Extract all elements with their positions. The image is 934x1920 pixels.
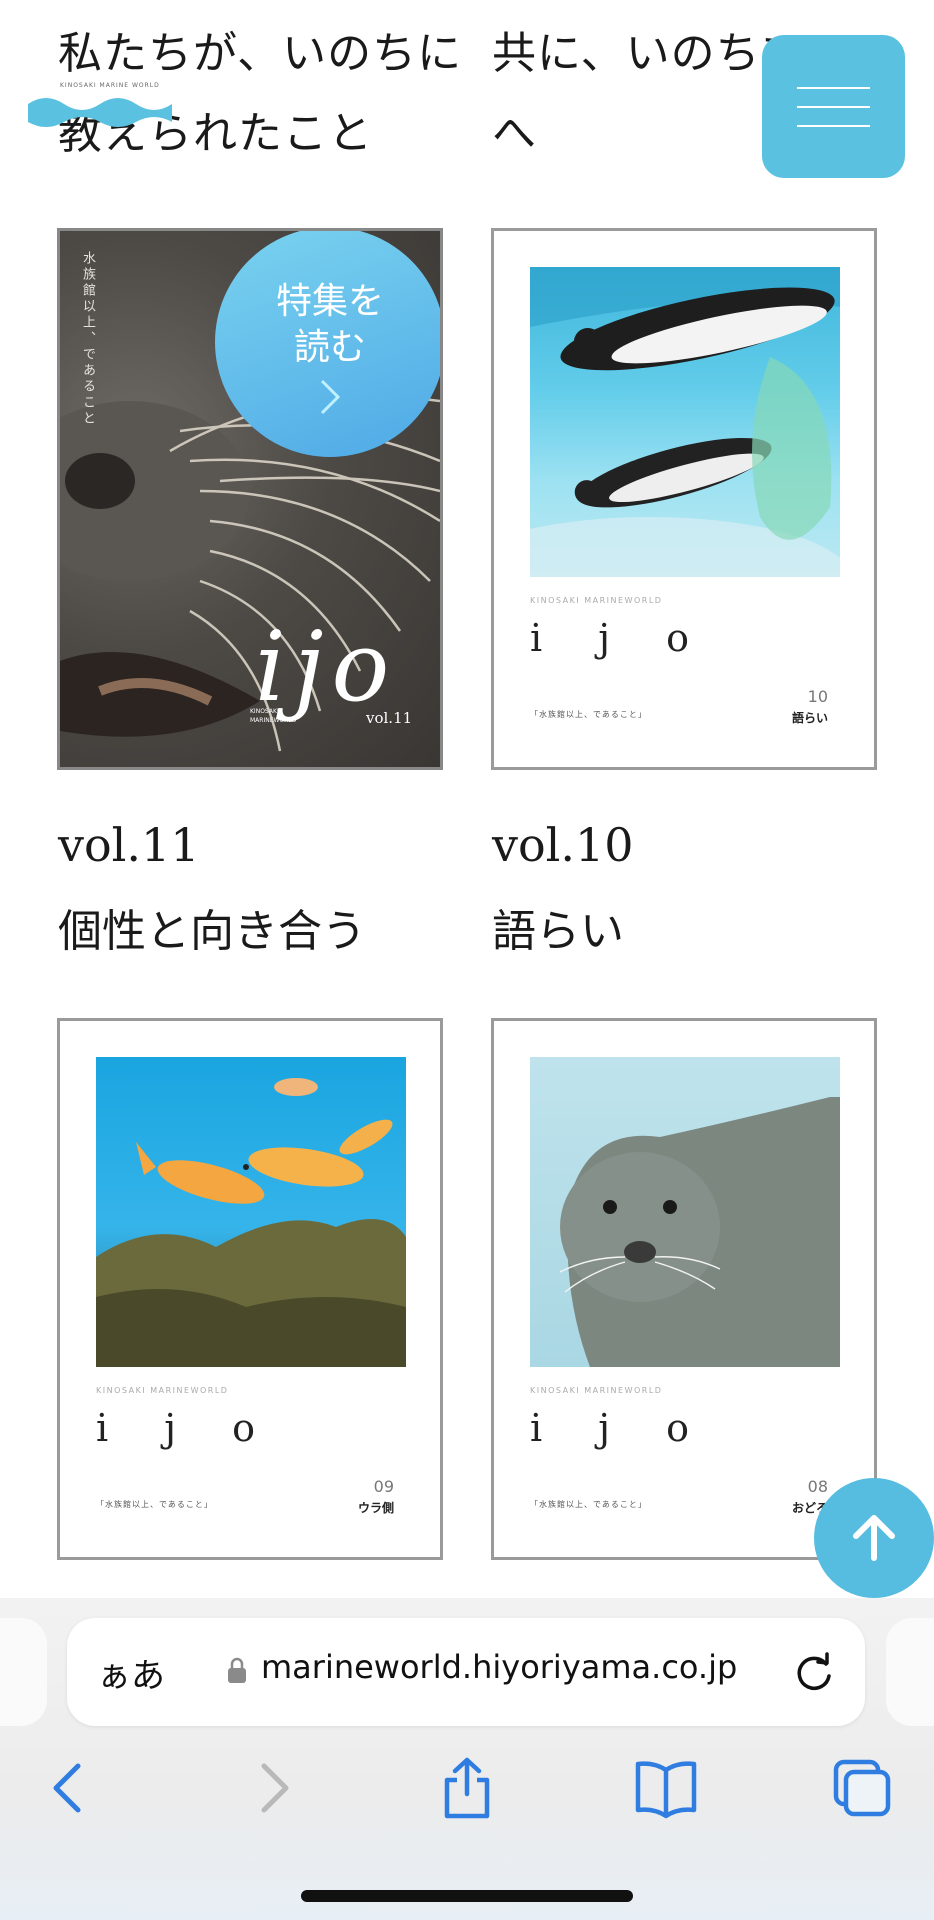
hamburger-line-icon xyxy=(797,125,870,127)
address-bar[interactable]: ぁあ marineworld.hiyoriyama.co.jp xyxy=(67,1618,865,1726)
issue-label-vol10[interactable]: vol.10 xyxy=(492,818,634,872)
text-size-button[interactable]: ぁあ xyxy=(97,1648,165,1697)
card-ijo-logo: i j o xyxy=(96,1406,277,1450)
hamburger-line-icon xyxy=(797,87,870,89)
issue-theme-vol11[interactable]: 個性と向き合う xyxy=(58,895,366,959)
site-logo[interactable]: KINOSAKI MARINE WORLD xyxy=(28,80,178,130)
home-indicator[interactable] xyxy=(301,1890,633,1902)
card-ijo-logo: i j o xyxy=(530,616,711,660)
card-tagline: 「水族館以上、であること」 xyxy=(96,1500,213,1509)
issue-card-vol09[interactable]: KINOSAKI MARINEWORLD i j o 「水族館以上、であること」… xyxy=(57,1018,443,1560)
lock-icon xyxy=(228,1657,246,1683)
penguins-cover-image xyxy=(530,267,840,577)
issue-title-col2-line1: 共に、いのちを xyxy=(492,28,772,79)
wave-logo-icon xyxy=(28,98,172,127)
card-ijo-logo: i j o xyxy=(530,1406,711,1450)
scroll-to-top-button[interactable] xyxy=(814,1478,934,1598)
card-tagline: 「水族館以上、であること」 xyxy=(530,710,647,719)
url-text[interactable]: marineworld.hiyoriyama.co.jp xyxy=(261,1648,737,1686)
cover-vol: vol.11 xyxy=(366,709,413,727)
card-brand: KINOSAKI MARINEWORLD xyxy=(96,1386,229,1395)
anthias-fish-cover-image xyxy=(96,1057,406,1367)
hamburger-line-icon xyxy=(797,106,870,108)
bookmarks-icon[interactable] xyxy=(632,1754,700,1822)
badge-line1: 特集を xyxy=(275,281,384,322)
issue-card-vol08[interactable]: KINOSAKI MARINEWORLD i j o 「水族館以上、であること」… xyxy=(491,1018,877,1560)
read-feature-badge[interactable]: 特集を 読む xyxy=(215,231,440,457)
card-number: 09 xyxy=(373,1477,394,1496)
back-icon[interactable] xyxy=(36,1754,104,1822)
cover-brand: KINOSAKI MARINEWORLD xyxy=(250,708,297,724)
logo-text: KINOSAKI MARINE WORLD xyxy=(60,82,160,89)
menu-button[interactable] xyxy=(762,35,905,178)
tabs-icon[interactable] xyxy=(828,1754,896,1822)
card-theme: ウラ側 xyxy=(357,1501,394,1515)
cover-vertical-text: 水族館以上、であること xyxy=(80,251,95,427)
card-brand: KINOSAKI MARINEWORLD xyxy=(530,596,663,605)
issue-label-vol11[interactable]: vol.11 xyxy=(58,818,200,872)
issue-theme-vol10[interactable]: 語らい xyxy=(492,895,624,959)
issue-title-col2-line2: へ xyxy=(492,108,537,159)
reload-icon[interactable] xyxy=(792,1650,836,1694)
card-number: 08 xyxy=(807,1477,828,1496)
seal-cover-image xyxy=(530,1057,840,1367)
chevron-right-icon xyxy=(320,379,341,415)
card-tagline: 「水族館以上、であること」 xyxy=(530,1500,647,1509)
card-number: 10 xyxy=(807,687,828,706)
share-icon[interactable] xyxy=(433,1754,501,1822)
previous-tab-pill[interactable] xyxy=(0,1618,47,1726)
next-tab-pill[interactable] xyxy=(886,1618,934,1726)
card-theme: 語らい xyxy=(791,711,828,725)
forward-icon[interactable] xyxy=(238,1754,306,1822)
arrow-up-icon xyxy=(853,1515,895,1561)
badge-line2: 読む xyxy=(293,327,366,368)
card-brand: KINOSAKI MARINEWORLD xyxy=(530,1386,663,1395)
issue-card-vol11[interactable]: 水族館以上、であること ijo KINOSAKI MARINEWORLD vol… xyxy=(57,228,443,770)
issue-card-vol10[interactable]: KINOSAKI MARINEWORLD i j o 「水族館以上、であること」… xyxy=(491,228,877,770)
